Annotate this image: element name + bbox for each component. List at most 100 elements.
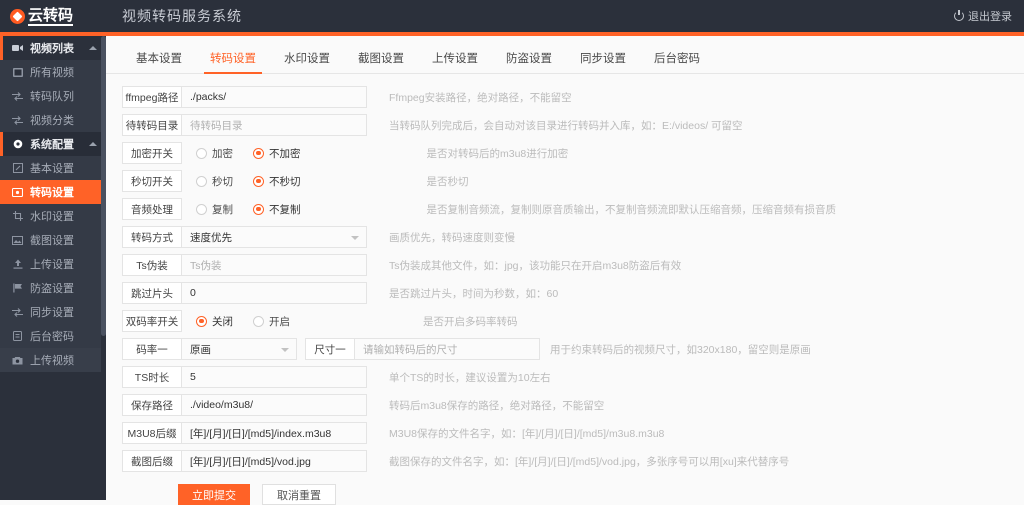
encrypt-hint: 是否对转码后的m3u8进行加密: [426, 147, 569, 160]
sidebar-item-upload-video[interactable]: 上传视频: [0, 348, 106, 372]
skip-intro-hint: 是否跳过片头，时间为秒数，如：60: [389, 287, 559, 300]
sidebar-item-video-category[interactable]: 视频分类: [0, 108, 106, 132]
tab-transcode-settings[interactable]: 转码设置: [196, 50, 270, 74]
sidebar-item-antitheft-settings[interactable]: 防盗设置: [0, 276, 106, 300]
fastcut-radio-off[interactable]: 不秒切: [253, 174, 301, 189]
video-camera-icon: [11, 44, 24, 52]
sidebar-item-transcode-settings[interactable]: 转码设置: [0, 180, 106, 204]
logout-button[interactable]: 退出登录: [954, 8, 1012, 24]
sidebar-group-label: 系统配置: [30, 139, 74, 151]
tab-admin-password[interactable]: 后台密码: [640, 50, 714, 73]
sidebar-item-basic-settings[interactable]: 基本设置: [0, 156, 106, 180]
transcode-mode-value: 速度优先: [190, 231, 232, 244]
radio-dot-icon: [253, 203, 264, 215]
dual-rate-radio-off[interactable]: 关闭: [196, 314, 233, 329]
sidebar-item-all-videos[interactable]: 所有视频: [0, 60, 106, 84]
encrypt-radio-on[interactable]: 加密: [196, 146, 233, 161]
tab-sync-settings[interactable]: 同步设置: [566, 50, 640, 73]
exchange-icon: [11, 307, 24, 317]
encrypt-radio-off[interactable]: 不加密: [253, 146, 301, 161]
reset-button[interactable]: 取消重置: [262, 484, 336, 505]
upload-icon: [11, 259, 24, 269]
active-indicator: [0, 132, 3, 156]
flag-icon: [11, 283, 24, 293]
sidebar-group-video-list[interactable]: 视频列表: [0, 36, 106, 60]
dual-rate-radio-on[interactable]: 开启: [253, 314, 290, 329]
tab-watermark-settings[interactable]: 水印设置: [270, 50, 344, 73]
submit-button[interactable]: 立即提交: [178, 484, 250, 505]
tab-antitheft-settings[interactable]: 防盗设置: [492, 50, 566, 73]
transcode-mode-select[interactable]: 速度优先: [182, 226, 367, 248]
radio-label: 开启: [269, 315, 290, 328]
radio-dot-icon: [196, 147, 207, 159]
rate-one-hint: 用于约束转码后的视频尺寸，如320x180，留空则是原画: [550, 343, 811, 356]
logo-text: 云转码: [28, 6, 74, 26]
ts-disguise-input[interactable]: Ts伪装: [182, 254, 367, 276]
rate-one-value: 原画: [190, 343, 211, 356]
tab-basic-settings[interactable]: 基本设置: [122, 50, 196, 73]
lock-icon: [11, 331, 24, 341]
form-row-pending-dir: 待转码目录 待转码目录 当转码队列完成后，会自动对该目录进行转码并入库，如：E:…: [122, 114, 1024, 136]
radio-label: 不秒切: [269, 175, 301, 188]
snapshot-suffix-input[interactable]: [年]/[月]/[日]/[md5]/vod.jpg: [182, 450, 367, 472]
sidebar-item-label: 转码队列: [30, 91, 74, 103]
size-one-label: 尺寸一: [305, 338, 355, 360]
audio-radio-nocopy[interactable]: 不复制: [253, 202, 301, 217]
dual-rate-radio-group: 关闭 开启: [182, 314, 298, 329]
fastcut-label: 秒切开关: [122, 170, 182, 192]
skip-intro-label: 跳过片头: [122, 282, 182, 304]
chevron-down-icon: [351, 236, 359, 240]
sidebar-item-label: 视频分类: [30, 115, 74, 127]
m3u8-suffix-input[interactable]: [年]/[月]/[日]/[md5]/index.m3u8: [182, 422, 367, 444]
audio-radio-group: 复制 不复制: [182, 202, 309, 217]
chevron-down-icon: [281, 348, 289, 352]
form-row-skip-intro: 跳过片头 0 是否跳过片头，时间为秒数，如：60: [122, 282, 1024, 304]
form-row-save-path: 保存路径 ./video/m3u8/ 转码后m3u8保存的路径，绝对路径，不能留…: [122, 394, 1024, 416]
size-one-input[interactable]: 请输如转码后的尺寸: [355, 338, 540, 360]
dual-rate-hint: 是否开启多码率转码: [423, 315, 518, 328]
form-row-transcode-mode: 转码方式 速度优先 画质优先，转码速度则变慢: [122, 226, 1024, 248]
power-icon: [954, 10, 964, 21]
skip-intro-input[interactable]: 0: [182, 282, 367, 304]
transcode-mode-label: 转码方式: [122, 226, 182, 248]
sidebar-item-upload-settings[interactable]: 上传设置: [0, 252, 106, 276]
ts-duration-hint: 单个TS的时长，建议设置为10左右: [389, 371, 551, 384]
sidebar-group-system-config[interactable]: 系统配置: [0, 132, 106, 156]
rate-one-label: 码率一: [122, 338, 182, 360]
sidebar-item-label: 截图设置: [30, 235, 74, 247]
radio-label: 加密: [212, 147, 233, 160]
sidebar-item-label: 所有视频: [30, 67, 74, 79]
form-row-rate-one: 码率一 原画 尺寸一 请输如转码后的尺寸 用于约束转码后的视频尺寸，如320x1…: [122, 338, 1024, 360]
radio-label: 不加密: [269, 147, 301, 160]
save-path-hint: 转码后m3u8保存的路径，绝对路径，不能留空: [389, 399, 605, 412]
sidebar-item-transcode-queue[interactable]: 转码队列: [0, 84, 106, 108]
audio-radio-copy[interactable]: 复制: [196, 202, 233, 217]
ts-duration-input[interactable]: 5: [182, 366, 367, 388]
radio-dot-icon: [253, 315, 264, 327]
pending-dir-hint: 当转码队列完成后，会自动对该目录进行转码并入库，如：E:/videos/ 可留空: [389, 119, 743, 132]
gear-icon: [11, 139, 24, 149]
app-title: 视频转码服务系统: [122, 8, 242, 24]
sidebar-item-watermark-settings[interactable]: 水印设置: [0, 204, 106, 228]
form-row-encrypt: 加密开关 加密 不加密 是否对转码后的m3u8进行加密: [122, 142, 1024, 164]
transcode-mode-hint: 画质优先，转码速度则变慢: [389, 231, 515, 244]
ts-disguise-label: Ts伪装: [122, 254, 182, 276]
fastcut-radio-on[interactable]: 秒切: [196, 174, 233, 189]
sidebar-item-label: 防盗设置: [30, 283, 74, 295]
form-row-audio: 音频处理 复制 不复制 是否复制音频流，复制则原音质输出，不复制音频流即默认压缩…: [122, 198, 1024, 220]
rate-one-select[interactable]: 原画: [182, 338, 297, 360]
sidebar-item-sync-settings[interactable]: 同步设置: [0, 300, 106, 324]
m3u8-suffix-hint: M3U8保存的文件名字，如：[年]/[月]/[日]/[md5]/m3u8.m3u…: [389, 427, 665, 440]
pending-dir-input[interactable]: 待转码目录: [182, 114, 367, 136]
snapshot-suffix-hint: 截图保存的文件名字，如：[年]/[月]/[日]/[md5]/vod.jpg，多张…: [389, 455, 790, 468]
camera-icon: [11, 356, 24, 365]
save-path-input[interactable]: ./video/m3u8/: [182, 394, 367, 416]
ffmpeg-path-input[interactable]: ./packs/: [182, 86, 367, 108]
sidebar-item-admin-password[interactable]: 后台密码: [0, 324, 106, 348]
app-logo[interactable]: 云转码: [0, 0, 106, 32]
sidebar-item-snapshot-settings[interactable]: 截图设置: [0, 228, 106, 252]
exchange-icon: [11, 91, 24, 101]
radio-dot-icon: [196, 315, 207, 327]
tab-snapshot-settings[interactable]: 截图设置: [344, 50, 418, 73]
tab-upload-settings[interactable]: 上传设置: [418, 50, 492, 73]
